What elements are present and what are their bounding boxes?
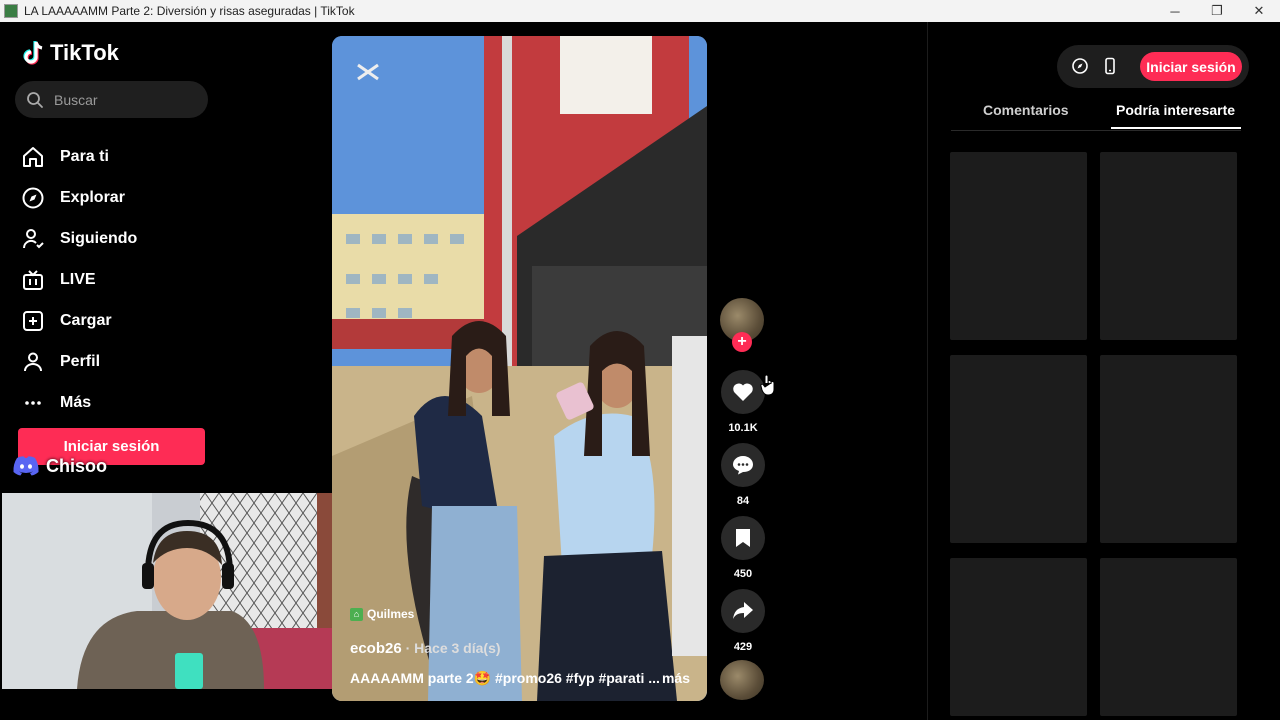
caption-text: AAAAAMM parte 2🤩 #promo26 #fyp #parati .… (350, 670, 660, 686)
app-icon (4, 4, 18, 18)
home-icon (20, 144, 46, 170)
comment-button[interactable] (721, 443, 765, 487)
author-name: ecob26 (350, 640, 402, 657)
window-title: LA LAAAAAMM Parte 2: Diversión y risas a… (24, 4, 355, 18)
save-action[interactable]: 450 (720, 516, 766, 580)
following-icon (20, 226, 46, 252)
like-button[interactable] (721, 370, 765, 414)
discord-icon (13, 456, 39, 476)
close-button[interactable]: ✕ (1238, 0, 1280, 22)
video-frame (332, 36, 707, 701)
active-tab-indicator (1111, 127, 1241, 129)
tiktok-note-icon (23, 41, 43, 65)
top-right-toolbar: Iniciar sesión (1057, 45, 1249, 88)
sidebar-item-cargar[interactable]: Cargar (20, 300, 137, 341)
mouse-cursor-icon (760, 374, 775, 396)
webcam-scene (2, 493, 351, 689)
search-box[interactable] (15, 81, 208, 118)
action-bar: + 10.1K 84 450 429 (720, 298, 766, 653)
sidebar-nav: Para ti Explorar Siguiendo LIVE Cargar P… (20, 136, 137, 423)
maximize-button[interactable]: ❐ (1196, 0, 1238, 22)
discord-name-tag: Chisoo (12, 455, 107, 477)
tab-podria-interesarte[interactable]: Podría interesarte (1116, 102, 1235, 118)
minimize-button[interactable]: ─ (1154, 0, 1196, 22)
window-titlebar: LA LAAAAAMM Parte 2: Diversión y risas a… (0, 0, 1280, 22)
bookmark-icon (736, 529, 750, 547)
sidebar-item-perfil[interactable]: Perfil (20, 341, 137, 382)
video-tile-placeholder[interactable] (1100, 558, 1237, 716)
video-tile-placeholder[interactable] (950, 152, 1087, 340)
sidebar-item-label: LIVE (60, 270, 96, 288)
video-tile-placeholder[interactable] (950, 558, 1087, 716)
profile-icon (20, 349, 46, 375)
comment-action[interactable]: 84 (720, 443, 766, 507)
video-tile-placeholder[interactable] (1100, 355, 1237, 543)
sidebar-item-label: Cargar (60, 311, 112, 329)
share-arrow-icon (733, 602, 753, 619)
video-caption: AAAAAMM parte 2🤩 #promo26 #fyp #parati .… (350, 670, 690, 687)
location-badge[interactable]: ⌂ Quilmes (350, 607, 414, 621)
follow-plus-icon[interactable]: + (732, 332, 752, 352)
music-disc-avatar[interactable] (720, 660, 764, 700)
sidebar-item-explorar[interactable]: Explorar (20, 177, 137, 218)
video-tile-placeholder[interactable] (1100, 152, 1237, 340)
video-tile-placeholder[interactable] (950, 355, 1087, 543)
search-input[interactable] (52, 90, 196, 109)
compass-icon (20, 185, 46, 211)
side-tabs: Comentarios Podría interesarte (951, 94, 1241, 131)
webcam-feed (2, 493, 351, 689)
more-link[interactable]: más (662, 670, 690, 686)
sidebar-item-mas[interactable]: Más (20, 382, 137, 423)
video-author[interactable]: ecob26 · Hace 3 día(s) (350, 640, 501, 657)
save-count: 450 (733, 568, 753, 580)
post-time: · Hace 3 día(s) (401, 640, 501, 656)
phone-icon[interactable] (1101, 57, 1119, 80)
upload-icon (20, 308, 46, 334)
share-button[interactable] (721, 589, 765, 633)
share-count: 429 (733, 641, 753, 653)
streamer-name: Chisoo (46, 455, 107, 476)
brand-name: TikTok (50, 40, 119, 65)
search-icon (27, 91, 43, 108)
panel-divider (927, 22, 928, 720)
capcut-watermark-icon (356, 62, 380, 87)
like-count: 10.1K (728, 422, 758, 434)
save-button[interactable] (721, 516, 765, 560)
sidebar-item-para-ti[interactable]: Para ti (20, 136, 137, 177)
tab-comentarios[interactable]: Comentarios (983, 102, 1069, 118)
sidebar-item-label: Perfil (60, 352, 101, 370)
share-action[interactable]: 429 (720, 589, 766, 653)
sidebar-item-label: Explorar (60, 188, 125, 206)
video-player[interactable]: ⌂ Quilmes ecob26 · Hace 3 día(s) AAAAAMM… (332, 36, 707, 701)
sidebar-item-siguiendo[interactable]: Siguiendo (20, 218, 137, 259)
heart-icon (733, 383, 753, 401)
more-dots-icon (20, 390, 46, 416)
tiktok-logo[interactable]: TikTok (22, 40, 119, 66)
comment-count: 84 (736, 495, 750, 507)
creator-avatar[interactable]: + (720, 298, 764, 352)
sidebar-item-label: Más (60, 393, 92, 411)
sidebar-item-live[interactable]: LIVE (20, 259, 137, 300)
sidebar-item-label: Siguiendo (60, 229, 138, 247)
sidebar-item-label: Para ti (60, 147, 109, 165)
comment-icon (733, 456, 753, 475)
header-login-button[interactable]: Iniciar sesión (1140, 52, 1242, 81)
location-pin-icon: ⌂ (350, 607, 363, 621)
live-tv-icon (20, 267, 46, 293)
location-label: Quilmes (367, 607, 415, 621)
compass-icon[interactable] (1071, 57, 1089, 80)
